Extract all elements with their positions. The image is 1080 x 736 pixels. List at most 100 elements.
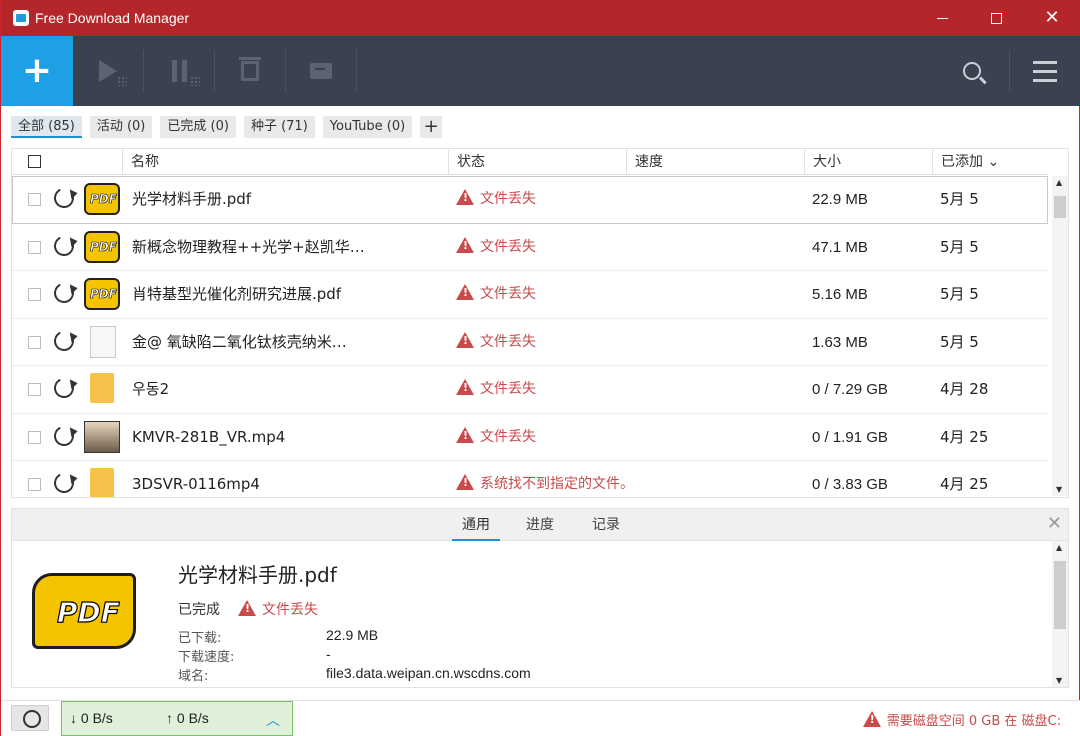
minimize-button[interactable]: [915, 0, 969, 36]
file-size: 1.63 MB: [812, 333, 868, 351]
folder-icon: [90, 468, 114, 497]
snail-mode-button[interactable]: [11, 705, 49, 731]
refresh-icon[interactable]: [51, 375, 77, 401]
close-detail-icon[interactable]: ✕: [1047, 513, 1062, 534]
tab-general[interactable]: 通用: [452, 509, 500, 541]
dots-icon: [190, 76, 200, 86]
refresh-icon[interactable]: [51, 470, 77, 496]
file-status: 文件丢失: [456, 414, 536, 461]
domain-value: file3.data.weipan.cn.wscdns.com: [326, 665, 531, 681]
upload-speed: ↑ 0 B/s: [166, 710, 209, 726]
table-row[interactable]: 金@ 氧缺陷二氧化钛核壳纳米… 文件丢失 1.63 MB 5月 5: [12, 319, 1048, 366]
document-icon: [90, 325, 116, 358]
scroll-down-icon[interactable]: ▼: [1056, 485, 1062, 494]
close-button[interactable]: ✕: [1025, 0, 1079, 36]
detail-scrollbar[interactable]: ▲ ▼: [1052, 541, 1068, 687]
warning-icon: [456, 426, 474, 443]
warning-icon: [456, 284, 474, 300]
maximize-button[interactable]: [969, 0, 1023, 36]
app-window: Free Download Manager ✕ + 全部 (85) 活动 (0)…: [0, 0, 1080, 736]
warning-icon: [862, 711, 881, 727]
select-all-checkbox[interactable]: [28, 155, 41, 168]
row-checkbox[interactable]: [28, 430, 41, 444]
filter-torrents[interactable]: 种子 (71): [243, 116, 315, 138]
detail-state: 已完成: [178, 602, 220, 618]
column-name[interactable]: 名称: [122, 149, 448, 175]
refresh-icon[interactable]: [51, 185, 77, 211]
date-added: 5月 5: [940, 332, 979, 351]
large-pdf-icon: PDF: [32, 573, 136, 649]
row-checkbox[interactable]: [28, 193, 41, 206]
date-added: 4月 25: [940, 427, 989, 446]
table-row[interactable]: 3DSVR-0116mp4 系统找不到指定的文件。 0 / 3.83 GB 4月…: [12, 461, 1048, 497]
filter-active[interactable]: 活动 (0): [89, 116, 153, 138]
search-button[interactable]: [937, 36, 1007, 106]
pause-button[interactable]: [144, 36, 214, 106]
row-checkbox[interactable]: [28, 383, 41, 396]
scrollbar-thumb[interactable]: [1054, 196, 1066, 218]
detail-panel: 通用 进度 记录 ✕ PDF 光学材料手册.pdf 已完成 文件丢失 已下载: …: [11, 508, 1069, 688]
table-row[interactable]: 光学材料手册.pdf 文件丢失 22.9 MB 5月 5: [12, 176, 1048, 224]
file-size: 47.1 MB: [812, 238, 868, 256]
move-button[interactable]: [286, 36, 356, 106]
column-speed[interactable]: 速度: [626, 149, 804, 175]
file-name: 新概念物理教程++光学+赵凯华…: [132, 237, 365, 256]
table-row[interactable]: KMVR-281B_VR.mp4 文件丢失 0 / 1.91 GB 4月 25: [12, 414, 1048, 461]
file-size: 5.16 MB: [812, 286, 868, 303]
status-bar: ↓ 0 B/s ↑ 0 B/s ︿ 需要磁盘空间 0 GB 在 磁盘C:: [1, 700, 1080, 736]
chevron-up-icon[interactable]: ︿: [266, 710, 280, 730]
table-row[interactable]: 우동2 文件丢失 0 / 7.29 GB 4月 28: [12, 366, 1048, 414]
warning-icon: [456, 474, 474, 490]
close-icon: ✕: [1044, 7, 1060, 28]
refresh-icon[interactable]: [51, 232, 77, 259]
file-name: 肖特基型光催化剂研究进展.pdf: [132, 285, 342, 303]
trash-icon: [239, 57, 261, 81]
refresh-icon[interactable]: [51, 327, 77, 354]
scroll-up-icon[interactable]: ▲: [1056, 543, 1062, 552]
detail-title: 光学材料手册.pdf: [178, 563, 337, 587]
table-row[interactable]: 新概念物理教程++光学+赵凯华… 文件丢失 47.1 MB 5月 5: [12, 224, 1048, 271]
speed-label: 下载速度:: [178, 650, 235, 665]
column-size[interactable]: 大小: [804, 149, 932, 175]
domain-label: 域名:: [178, 669, 209, 684]
add-filter-button[interactable]: +: [420, 116, 443, 138]
file-name: 3DSVR-0116mp4: [132, 475, 260, 493]
file-name: 光学材料手册.pdf: [132, 190, 252, 208]
file-status: 文件丢失: [456, 366, 536, 413]
disk-space-warning: 需要磁盘空间 0 GB 在 磁盘C:: [862, 710, 1061, 729]
resume-button[interactable]: [73, 36, 143, 106]
filter-tabs: 全部 (85) 活动 (0) 已完成 (0) 种子 (71) YouTube (…: [11, 116, 443, 138]
filter-youtube[interactable]: YouTube (0): [322, 116, 413, 138]
delete-button[interactable]: [215, 36, 285, 106]
file-status: 文件丢失: [456, 271, 536, 318]
menu-button[interactable]: [1010, 36, 1080, 106]
scroll-up-icon[interactable]: ▲: [1056, 178, 1062, 187]
folder-icon: [90, 373, 114, 403]
warning-icon: [456, 236, 474, 253]
row-checkbox[interactable]: [28, 478, 41, 491]
filter-completed[interactable]: 已完成 (0): [160, 116, 236, 138]
hamburger-icon: [1033, 60, 1057, 82]
file-size: 22.9 MB: [812, 191, 868, 208]
column-added[interactable]: 已添加 ⌄: [932, 149, 1048, 175]
scrollbar-thumb[interactable]: [1054, 561, 1066, 629]
filter-all[interactable]: 全部 (85): [11, 116, 82, 138]
downloaded-value: 22.9 MB: [326, 627, 379, 643]
list-scrollbar[interactable]: ▲ ▼: [1052, 176, 1068, 496]
pdf-icon: [84, 183, 120, 215]
speed-panel[interactable]: ↓ 0 B/s ↑ 0 B/s ︿: [61, 701, 293, 736]
row-checkbox[interactable]: [28, 335, 41, 349]
tab-progress[interactable]: 进度: [516, 509, 564, 541]
refresh-icon[interactable]: [51, 422, 77, 449]
add-download-button[interactable]: +: [1, 36, 73, 106]
warning-icon: [456, 331, 474, 348]
row-checkbox[interactable]: [28, 288, 41, 301]
row-checkbox[interactable]: [28, 240, 41, 254]
speed-value: -: [326, 646, 331, 662]
column-status[interactable]: 状态: [448, 149, 626, 175]
tab-log[interactable]: 记录: [582, 509, 630, 541]
refresh-icon[interactable]: [51, 280, 77, 306]
table-row[interactable]: 肖特基型光催化剂研究进展.pdf 文件丢失 5.16 MB 5月 5: [12, 271, 1048, 319]
play-icon: [99, 60, 117, 82]
scroll-down-icon[interactable]: ▼: [1056, 676, 1062, 685]
